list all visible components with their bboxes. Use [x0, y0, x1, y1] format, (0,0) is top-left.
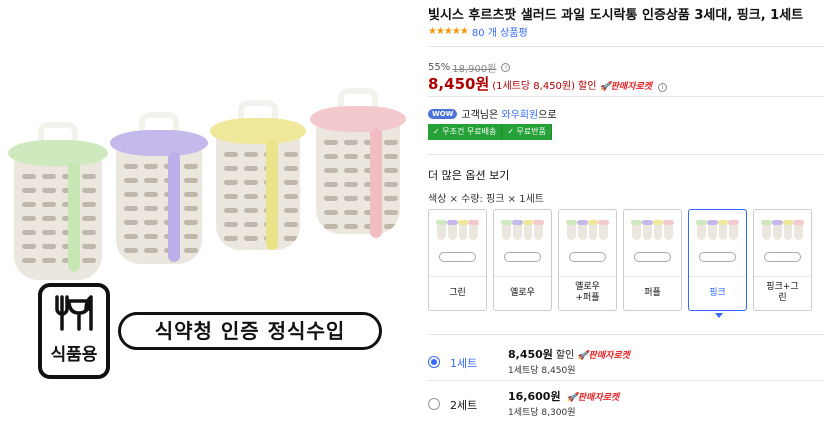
discount-rate: 55% [428, 62, 451, 73]
green-container [8, 122, 108, 280]
purple-container [110, 112, 208, 264]
option-thumbnail [498, 218, 547, 272]
option-card[interactable]: 핑크 [688, 209, 747, 318]
shipping-tags: ✓ 무조건 무료배송 ✓ 무료반품 [428, 124, 552, 140]
price-line: 8,450원 (1세트당 8,450원) 할인 🚀판매자로켓 i [428, 73, 668, 94]
option-card[interactable]: 그린 [428, 209, 487, 311]
utensils-icon [42, 293, 106, 342]
option-thumbnail [563, 218, 612, 272]
quantity-radio[interactable] [428, 398, 440, 410]
quantity-unit-price: 1세트당 8,300원 [508, 408, 576, 418]
quantity-row[interactable]: 1세트 8,450원 할인 🚀판매자로켓 1세트당 8,450원 [428, 344, 824, 382]
product-image: 식품용 식약청 인증 정식수입 [0, 0, 414, 427]
option-card[interactable]: 옐로우 [493, 209, 552, 311]
quantity-price: 8,450원 [508, 348, 553, 361]
divider [428, 96, 824, 97]
wow-badge: WOW [428, 108, 458, 119]
seller-rocket-badge: 🚀판매자로켓 [599, 82, 653, 92]
quantity-row[interactable]: 2세트 16,600원 🚀판매자로켓 1세트당 8,300원 [428, 386, 824, 424]
wow-membership-line: WOW 고객님은 와우회원으로 [428, 106, 557, 121]
sale-price: 8,450원 [428, 75, 490, 93]
seller-rocket-badge: 🚀판매자로켓 [566, 393, 620, 403]
product-info-panel: 빛시스 후르츠팟 샐러드 과일 도시락통 인증상품 3세대, 핑크, 1세트 ★… [414, 0, 824, 427]
food-grade-badge: 식품용 [38, 283, 110, 379]
option-thumbnail [628, 218, 677, 272]
option-name: 옐로우 +퍼플 [575, 282, 600, 303]
quantity-radio[interactable] [428, 356, 440, 368]
quantity-price: 16,600원 [508, 390, 561, 403]
option-grid: 그린 옐로우 옐로우 +퍼플 퍼플 핑크 핑크+그 린 [428, 209, 812, 318]
option-name: 핑크+그 린 [766, 282, 799, 303]
free-return-tag: ✓ 무료반품 [502, 124, 552, 140]
quantity-price-line: 16,600원 🚀판매자로켓 [508, 388, 619, 404]
option-thumbnail [693, 218, 742, 272]
option-card[interactable]: 옐로우 +퍼플 [558, 209, 617, 311]
option-thumbnail [758, 218, 807, 272]
container-set-illustration [0, 82, 414, 282]
quantity-sale-label: 할인 [555, 350, 575, 361]
divider [428, 154, 824, 155]
product-title: 빛시스 후르츠팟 샐러드 과일 도시락통 인증상품 3세대, 핑크, 1세트 [428, 8, 804, 23]
option-name: 퍼플 [644, 287, 661, 298]
divider [428, 380, 824, 381]
quantity-price-line: 8,450원 할인 🚀판매자로켓 [508, 346, 630, 362]
review-count-link[interactable]: 80 개 상품평 [472, 24, 528, 39]
option-card[interactable]: 퍼플 [623, 209, 682, 311]
selected-option-summary: 색상 × 수량: 핑크 × 1세트 [428, 194, 544, 205]
divider [428, 334, 824, 335]
info-icon[interactable]: i [658, 83, 668, 92]
pink-container [310, 88, 406, 238]
quantity-label: 1세트 [450, 357, 478, 370]
option-name: 그린 [449, 287, 466, 298]
quantity-label: 2세트 [450, 399, 478, 412]
seller-rocket-badge: 🚀판매자로켓 [577, 351, 630, 361]
star-rating-icon: ★★★★★ [428, 26, 469, 37]
certification-pill: 식약청 인증 정식수입 [118, 312, 382, 350]
badge-label: 식품용 [50, 345, 98, 365]
option-thumbnail [433, 218, 482, 272]
yellow-container [210, 100, 306, 250]
option-name: 핑크 [709, 287, 726, 298]
unit-price: (1세트당 8,450원) [492, 81, 576, 92]
divider [428, 46, 824, 47]
more-options-header[interactable]: 더 많은 옵션 보기 [428, 167, 509, 183]
option-card[interactable]: 핑크+그 린 [753, 209, 812, 311]
option-name: 옐로우 [510, 287, 535, 298]
rating-row[interactable]: ★★★★★ 80 개 상품평 [428, 24, 528, 39]
selected-caret-icon [715, 313, 723, 318]
free-shipping-tag: ✓ 무조건 무료배송 [428, 124, 503, 140]
sale-label: 할인 [578, 81, 597, 92]
info-icon[interactable]: i [501, 63, 511, 72]
quantity-unit-price: 1세트당 8,450원 [508, 366, 576, 376]
wow-member-link[interactable]: 와우회원 [501, 110, 538, 121]
